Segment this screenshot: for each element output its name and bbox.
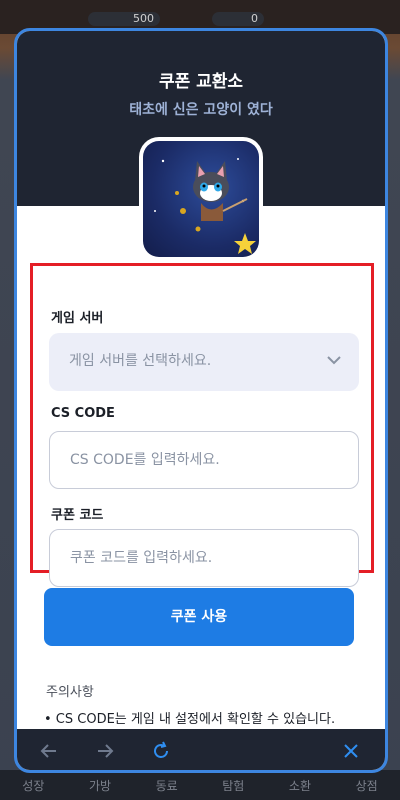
chevron-down-icon	[327, 356, 341, 365]
cs-code-input[interactable]: CS CODE를 입력하세요.	[49, 431, 359, 489]
currency-counter-2: 0	[212, 12, 264, 26]
server-label: 게임 서버	[51, 311, 104, 326]
use-coupon-button[interactable]: 쿠폰 사용	[44, 588, 354, 646]
notes-title: 주의사항	[46, 685, 94, 700]
game-bottom-tabs: 성장 가방 동료 탐험 소환 상점	[0, 770, 400, 800]
bottom-tab: 소환	[288, 778, 311, 793]
bottom-tab: 성장	[22, 778, 45, 793]
bottom-tab: 상점	[355, 778, 378, 793]
bottom-tab: 가방	[88, 778, 112, 793]
cs-code-placeholder: CS CODE를 입력하세요.	[70, 452, 220, 468]
modal-title: 쿠폰 교환소	[158, 72, 244, 92]
coupon-code-input[interactable]: 쿠폰 코드를 입력하세요.	[49, 529, 359, 587]
coupon-code-placeholder: 쿠폰 코드를 입력하세요.	[70, 550, 213, 566]
notes-item: • CS CODE는 게임 내 설정에서 확인할 수 있습니다.	[44, 712, 336, 727]
bottom-tab: 동료	[155, 778, 178, 793]
coupon-form-highlight: 게임 서버 게임 서버를 선택하세요. CS CODE CS CODE를 입력하…	[30, 263, 374, 587]
arrow-left-icon[interactable]	[39, 741, 59, 761]
server-select[interactable]: 게임 서버를 선택하세요.	[49, 333, 359, 391]
cs-code-label: CS CODE	[51, 406, 115, 421]
arrow-right-icon[interactable]	[95, 741, 115, 761]
currency-counter-1: 500	[88, 12, 160, 26]
coupon-code-label: 쿠폰 코드	[51, 508, 104, 523]
close-icon[interactable]	[341, 741, 361, 761]
browser-nav-bar	[17, 729, 385, 770]
server-select-placeholder: 게임 서버를 선택하세요.	[69, 353, 212, 369]
game-app-icon	[139, 137, 263, 261]
modal-subtitle: 태초에 신은 고양이 였다	[129, 102, 273, 118]
refresh-icon[interactable]	[151, 741, 171, 761]
coupon-modal: 쿠폰 교환소 태초에 신은 고양이 였다 게임 서버 게임 서버를 선택하세요.…	[14, 28, 388, 773]
bottom-tab: 탐험	[222, 778, 245, 793]
